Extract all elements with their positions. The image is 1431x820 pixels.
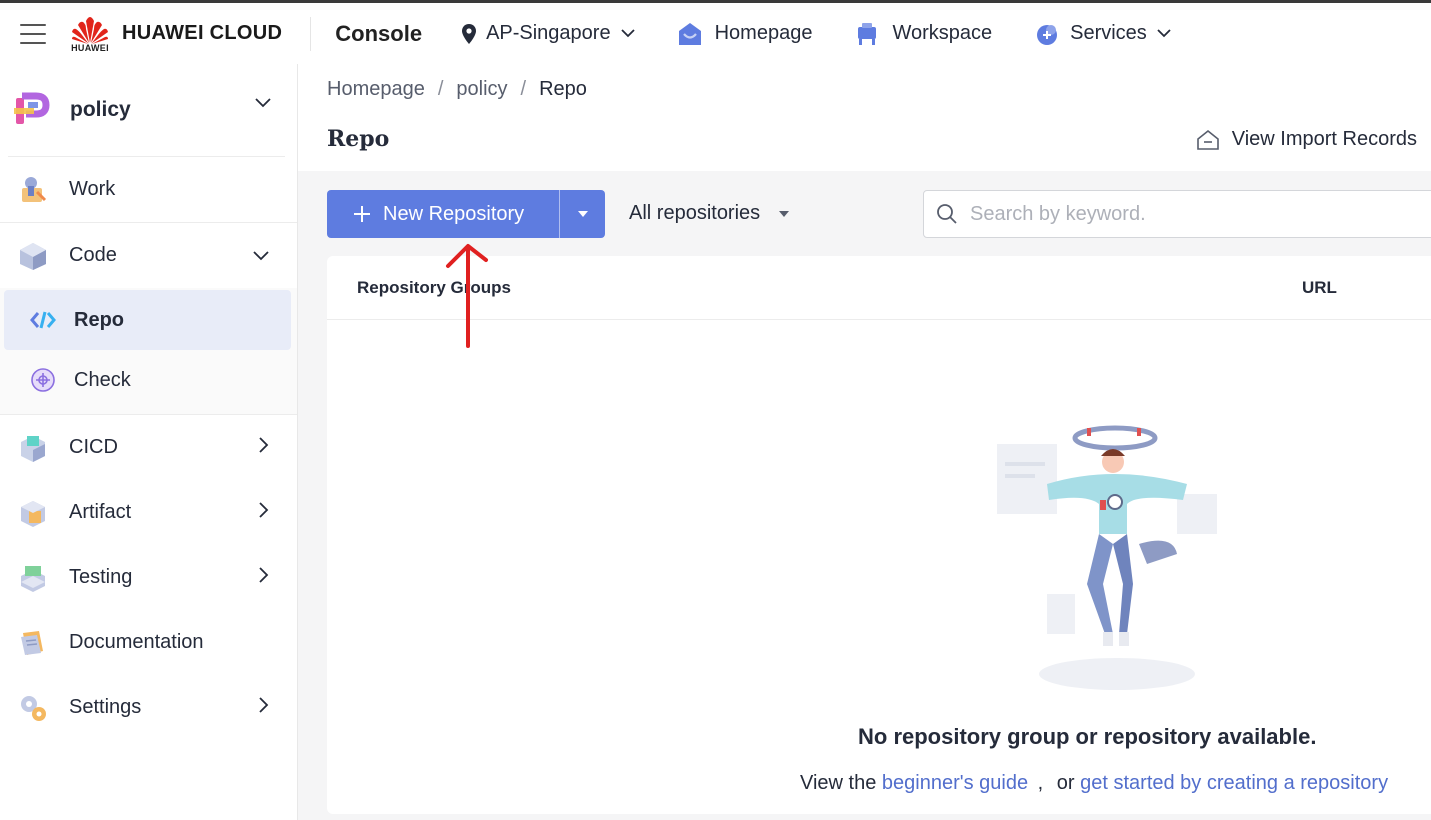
nav-services-label: Services [1070, 22, 1147, 44]
top-bar: HUAWEI HUAWEI CLOUD Console AP-Singapore… [0, 0, 1431, 64]
cicd-icon [16, 431, 50, 465]
location-pin-icon [462, 23, 477, 44]
sidebar-item-label: Artifact [69, 501, 132, 523]
chevron-down-icon [255, 98, 271, 108]
region-selector[interactable]: AP-Singapore [462, 22, 635, 45]
sidebar-item-label: Work [69, 178, 116, 200]
services-icon [1037, 24, 1058, 45]
empty-state-illustration [987, 404, 1247, 709]
empty-state-comma: , [1037, 772, 1044, 794]
breadcrumb-project[interactable]: policy [456, 78, 507, 101]
breadcrumb-current: Repo [539, 78, 587, 100]
import-records-icon [1196, 129, 1219, 150]
project-selector[interactable]: policy [0, 64, 297, 156]
import-records-label: View Import Records [1231, 128, 1417, 150]
empty-state-prefix: View the [800, 772, 877, 794]
chevron-down-icon [253, 251, 269, 261]
region-label: AP-Singapore [486, 22, 611, 44]
sidebar-item-label: Documentation [69, 631, 204, 653]
search-input[interactable] [970, 202, 1410, 226]
console-link[interactable]: Console [335, 21, 422, 47]
work-icon [16, 173, 50, 207]
chevron-right-icon [259, 567, 269, 583]
page-header: Homepage / policy / Repo Repo View Impor… [298, 64, 1431, 171]
logo-sub-text: HUAWEI [71, 42, 109, 53]
logo-text: HUAWEI CLOUD [122, 22, 283, 44]
search-box [923, 190, 1431, 238]
empty-state-message: View the beginner's guide , or get start… [800, 772, 1388, 795]
caret-down-icon [577, 211, 588, 217]
code-submenu: Repo Check [0, 288, 297, 415]
testing-icon [16, 561, 50, 595]
plus-icon [354, 206, 370, 222]
empty-state-title: No repository group or repository availa… [858, 724, 1317, 749]
chevron-right-icon [259, 502, 269, 518]
nav-services[interactable]: Services [1034, 21, 1171, 47]
sidebar: policy Work Code Repo Check CICD Artifac… [0, 64, 298, 820]
nav-homepage-label: Homepage [714, 22, 813, 44]
sidebar-item-label: Check [74, 368, 131, 391]
chevron-right-icon [259, 437, 269, 453]
annotation-arrow-icon [446, 244, 488, 348]
divider [310, 16, 312, 51]
chevron-down-icon [1157, 29, 1171, 38]
new-repository-button[interactable]: New Repository [327, 190, 559, 238]
huawei-logo-icon: HUAWEI [68, 15, 112, 53]
menu-icon[interactable] [20, 23, 46, 44]
chevron-right-icon [259, 697, 269, 713]
check-icon [31, 368, 55, 392]
breadcrumb: Homepage / policy / Repo [327, 64, 1431, 101]
breadcrumb-separator: / [437, 78, 444, 100]
workspace-icon [858, 22, 877, 45]
sidebar-item-label: Code [69, 244, 117, 266]
new-repository-dropdown[interactable] [560, 190, 605, 238]
main-content: Homepage / policy / Repo Repo View Impor… [298, 64, 1431, 820]
breadcrumb-homepage[interactable]: Homepage [327, 78, 425, 101]
sidebar-item-check[interactable]: Check [0, 350, 297, 410]
code-icon [16, 239, 50, 273]
column-header-url[interactable]: URL [1302, 278, 1337, 298]
breadcrumb-separator: / [520, 78, 527, 100]
chevron-down-icon [620, 29, 635, 38]
artifact-icon [16, 496, 50, 530]
repository-filter-dropdown[interactable]: All repositories [629, 202, 790, 225]
new-repository-split-button: New Repository [327, 190, 605, 238]
repo-icon [30, 311, 56, 329]
create-repository-link[interactable]: get started by creating a repository [1080, 772, 1388, 794]
documentation-icon [16, 626, 50, 660]
sidebar-item-label: Testing [69, 566, 133, 588]
sidebar-item-settings[interactable]: Settings [0, 675, 297, 740]
sidebar-item-work[interactable]: Work [0, 157, 297, 222]
new-repository-label: New Repository [383, 202, 525, 225]
project-name: policy [70, 98, 131, 121]
repository-filter-label: All repositories [629, 202, 761, 224]
toolbar: New Repository All repositories [327, 190, 1431, 238]
empty-state-or: or [1056, 772, 1075, 794]
nav-homepage[interactable]: Homepage [677, 21, 813, 47]
huawei-cloud-logo[interactable]: HUAWEI HUAWEI CLOUD [68, 2, 282, 66]
beginners-guide-link[interactable]: beginner's guide [882, 772, 1028, 794]
home-icon [678, 22, 701, 45]
caret-down-icon [779, 210, 790, 217]
sidebar-item-code[interactable]: Code [0, 223, 297, 288]
view-import-records-link[interactable]: View Import Records [1196, 128, 1417, 151]
sidebar-item-label: Settings [69, 696, 142, 718]
sidebar-item-label: Repo [74, 308, 124, 331]
sidebar-item-testing[interactable]: Testing [0, 545, 297, 610]
nav-workspace[interactable]: Workspace [854, 21, 992, 47]
search-icon [937, 204, 957, 224]
sidebar-item-label: CICD [69, 436, 118, 458]
sidebar-item-repo[interactable]: Repo [4, 290, 291, 350]
nav-workspace-label: Workspace [892, 22, 993, 44]
sidebar-item-documentation[interactable]: Documentation [0, 610, 297, 675]
sidebar-item-artifact[interactable]: Artifact [0, 480, 297, 545]
settings-icon [16, 691, 50, 725]
sidebar-item-cicd[interactable]: CICD [0, 415, 297, 480]
project-logo-icon [14, 92, 50, 124]
page-title: Repo [327, 126, 390, 152]
